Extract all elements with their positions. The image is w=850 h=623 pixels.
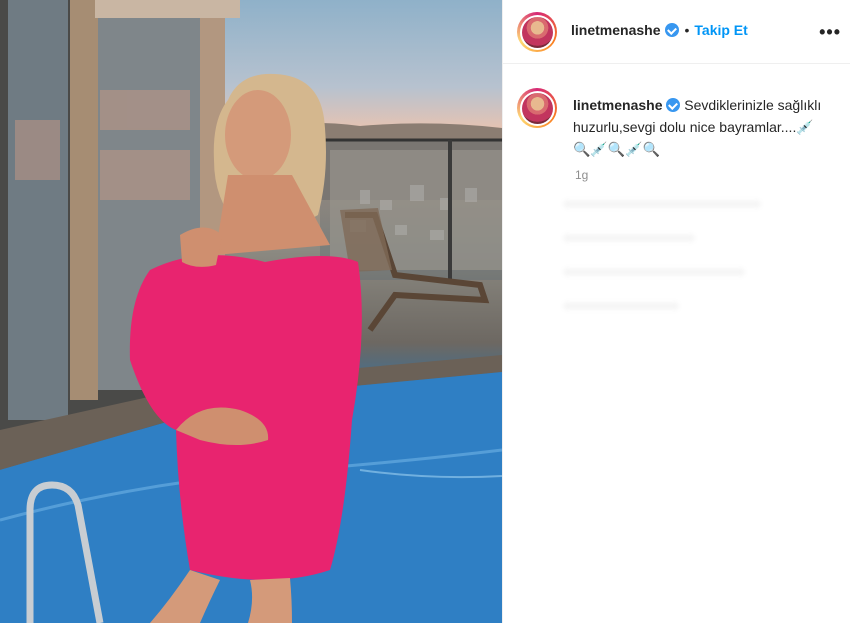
header-user-row: linetmenashe • Takip Et <box>571 22 748 38</box>
caption-line-3: 🔍💉🔍💉🔍 <box>573 141 661 157</box>
header-username[interactable]: linetmenashe <box>571 22 660 38</box>
caption-line-1: Sevdiklerinizle sağlıklı <box>684 97 822 113</box>
post-photo[interactable] <box>0 0 502 623</box>
caption-avatar[interactable] <box>517 88 557 128</box>
separator-dot: • <box>684 22 690 38</box>
faded-comments <box>513 200 843 336</box>
post-side-panel: linetmenashe • Takip Et ••• linetmenashe… <box>502 0 850 623</box>
avatar[interactable] <box>517 12 557 52</box>
post-time: 1g <box>575 168 589 182</box>
caption: linetmenashe Sevdiklerinizle sağlıklı hu… <box>573 94 839 160</box>
more-options-icon[interactable]: ••• <box>819 22 841 43</box>
photo-illustration <box>0 0 502 623</box>
caption-username[interactable]: linetmenashe <box>573 97 662 113</box>
avatar-image <box>521 16 553 48</box>
caption-avatar-image <box>521 92 553 124</box>
caption-line-2: huzurlu,sevgi dolu nice bayramlar....💉 <box>573 119 814 135</box>
caption-verified-badge-icon <box>666 98 681 112</box>
post-header: linetmenashe • Takip Et ••• <box>503 0 850 64</box>
verified-badge-icon <box>665 23 680 37</box>
follow-button[interactable]: Takip Et <box>694 22 747 38</box>
